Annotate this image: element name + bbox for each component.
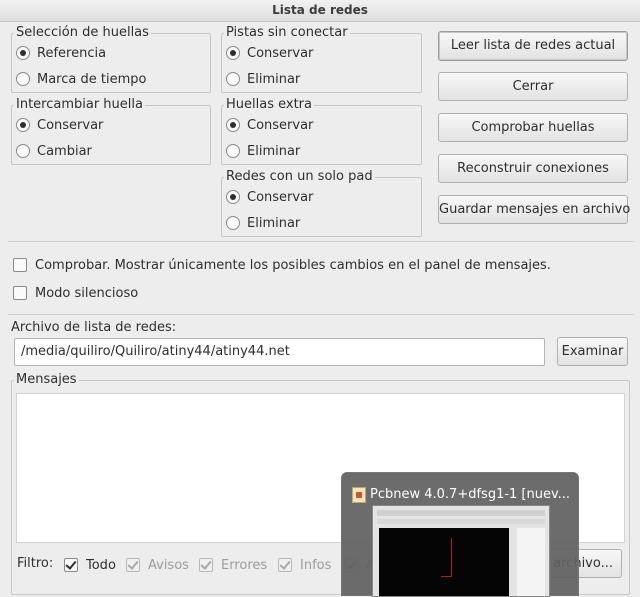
radio-reference-label: Referencia bbox=[37, 45, 107, 61]
radio-exchange-keep-indicator[interactable] bbox=[16, 118, 30, 132]
exchange-footprint-title: Intercambiar huella bbox=[14, 96, 145, 114]
filter-label: Filtro: bbox=[17, 556, 54, 571]
radio-singlepad-keep[interactable]: Conservar bbox=[226, 188, 313, 206]
radio-tracks-delete-indicator[interactable] bbox=[226, 72, 240, 86]
radio-tracks-keep-label: Conservar bbox=[247, 45, 314, 61]
filter-all-label: Todo bbox=[86, 557, 116, 573]
filter-errors[interactable]: Errores bbox=[199, 556, 267, 574]
radio-exchange-change[interactable]: Cambiar bbox=[16, 142, 92, 160]
close-button[interactable]: Cerrar bbox=[438, 72, 628, 101]
radio-tracks-delete-label: Eliminar bbox=[247, 71, 301, 87]
radio-timestamp[interactable]: Marca de tiempo bbox=[16, 70, 146, 88]
radio-exchange-change-label: Cambiar bbox=[37, 143, 92, 159]
read-netlist-button[interactable]: Leer lista de redes actual bbox=[438, 31, 628, 61]
taskbar-window-preview[interactable]: Pcbnew 4.0.7+dfsg1-1 [nuev... bbox=[341, 472, 579, 597]
radio-extra-delete[interactable]: Eliminar bbox=[226, 142, 300, 160]
filter-warnings-checkbox[interactable] bbox=[126, 558, 140, 572]
radio-singlepad-keep-indicator[interactable] bbox=[226, 190, 240, 204]
radio-singlepad-delete-label: Eliminar bbox=[247, 215, 301, 231]
radio-singlepad-keep-label: Conservar bbox=[247, 189, 314, 205]
window-title: Lista de redes bbox=[0, 0, 640, 22]
thumbnail-sidebar bbox=[517, 528, 545, 596]
preview-thumbnail[interactable] bbox=[372, 505, 550, 597]
filter-warnings[interactable]: Avisos bbox=[126, 556, 189, 574]
dry-run-checkbox[interactable] bbox=[13, 258, 27, 272]
silent-mode-checkbox[interactable] bbox=[13, 286, 27, 300]
footprint-selection-group: Selección de huellas Referencia Marca de… bbox=[11, 24, 211, 93]
separator-top bbox=[8, 241, 634, 242]
radio-timestamp-indicator[interactable] bbox=[16, 72, 30, 86]
thumbnail-toolbar bbox=[377, 519, 545, 524]
radio-extra-delete-indicator[interactable] bbox=[226, 144, 240, 158]
radio-tracks-keep[interactable]: Conservar bbox=[226, 44, 313, 62]
thumbnail-canvas bbox=[379, 528, 509, 596]
dry-run-option[interactable]: Comprobar. Mostrar únicamente los posibl… bbox=[13, 256, 551, 274]
filter-infos-label: Infos bbox=[300, 557, 332, 573]
save-messages-button[interactable]: Guardar mensajes en archivo bbox=[438, 195, 630, 224]
extra-footprints-group: Huellas extra Conservar Eliminar bbox=[221, 96, 422, 165]
radio-exchange-keep-label: Conservar bbox=[37, 117, 104, 133]
radio-singlepad-delete-indicator[interactable] bbox=[226, 216, 240, 230]
silent-mode-option[interactable]: Modo silencioso bbox=[13, 284, 138, 302]
netlist-file-label: Archivo de lista de redes: bbox=[11, 320, 177, 335]
thumbnail-menubar bbox=[377, 510, 545, 516]
rebuild-connections-button[interactable]: Reconstruir conexiones bbox=[438, 154, 628, 183]
radio-extra-keep[interactable]: Conservar bbox=[226, 116, 313, 134]
check-footprints-button[interactable]: Comprobar huellas bbox=[438, 113, 628, 142]
footprint-selection-title: Selección de huellas bbox=[14, 24, 151, 42]
unconnected-tracks-group: Pistas sin conectar Conservar Eliminar bbox=[221, 24, 422, 93]
exchange-footprint-group: Intercambiar huella Conservar Cambiar bbox=[11, 96, 211, 165]
radio-exchange-keep[interactable]: Conservar bbox=[16, 116, 103, 134]
filter-infos-checkbox[interactable] bbox=[278, 558, 292, 572]
unconnected-tracks-title: Pistas sin conectar bbox=[224, 24, 350, 42]
radio-extra-delete-label: Eliminar bbox=[247, 143, 301, 159]
single-pad-nets-title: Redes con un solo pad bbox=[224, 168, 375, 186]
filter-all-checkbox[interactable] bbox=[64, 558, 78, 572]
radio-extra-keep-label: Conservar bbox=[247, 117, 314, 133]
radio-singlepad-delete[interactable]: Eliminar bbox=[226, 214, 300, 232]
radio-reference[interactable]: Referencia bbox=[16, 44, 106, 62]
radio-extra-keep-indicator[interactable] bbox=[226, 118, 240, 132]
radio-tracks-delete[interactable]: Eliminar bbox=[226, 70, 300, 88]
filter-all[interactable]: Todo bbox=[64, 556, 116, 574]
filter-warnings-label: Avisos bbox=[148, 557, 189, 573]
filter-errors-checkbox[interactable] bbox=[199, 558, 213, 572]
radio-tracks-keep-indicator[interactable] bbox=[226, 46, 240, 60]
netlist-file-input[interactable]: /media/quiliro/Quiliro/atiny44/atiny44.n… bbox=[14, 338, 545, 366]
browse-button[interactable]: Examinar bbox=[557, 337, 628, 366]
extra-footprints-title: Huellas extra bbox=[224, 96, 314, 114]
pcbnew-app-icon bbox=[352, 487, 366, 503]
dry-run-label: Comprobar. Mostrar únicamente los posibl… bbox=[35, 257, 551, 273]
filter-errors-label: Errores bbox=[221, 557, 268, 573]
single-pad-nets-group: Redes con un solo pad Conservar Eliminar bbox=[221, 168, 422, 237]
radio-timestamp-label: Marca de tiempo bbox=[37, 71, 147, 87]
preview-window-title: Pcbnew 4.0.7+dfsg1-1 [nuev... bbox=[370, 487, 571, 502]
radio-exchange-change-indicator[interactable] bbox=[16, 144, 30, 158]
filter-infos[interactable]: Infos bbox=[278, 556, 331, 574]
messages-title: Mensajes bbox=[14, 371, 79, 389]
silent-mode-label: Modo silencioso bbox=[35, 285, 139, 301]
separator-middle bbox=[8, 314, 634, 315]
radio-reference-indicator[interactable] bbox=[16, 46, 30, 60]
